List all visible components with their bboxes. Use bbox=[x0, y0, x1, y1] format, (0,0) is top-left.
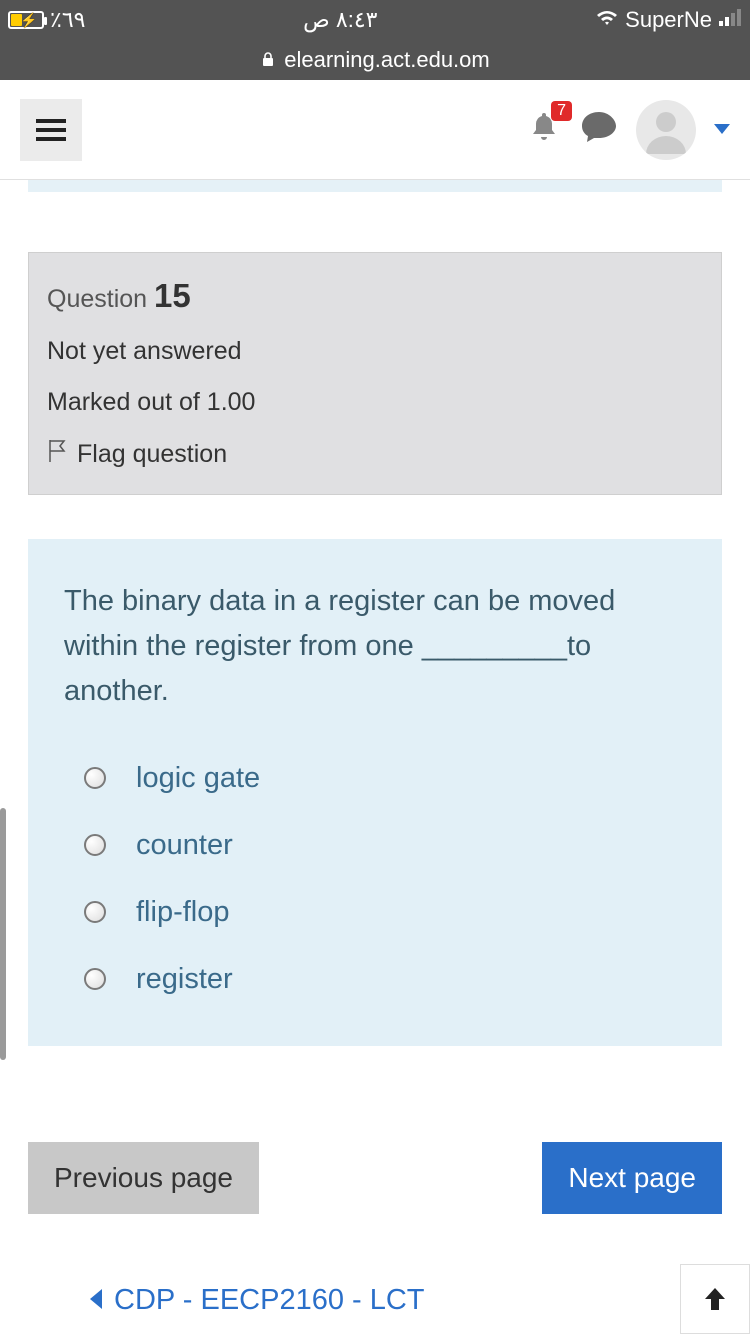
question-number: 15 bbox=[154, 277, 191, 314]
url-bar[interactable]: elearning.act.edu.om bbox=[0, 40, 750, 80]
battery-percent: ٪٦٩ bbox=[50, 7, 85, 33]
flag-question-label: Flag question bbox=[77, 440, 227, 469]
option-row[interactable]: flip-flop bbox=[84, 896, 686, 929]
option-label: logic gate bbox=[136, 762, 260, 795]
next-page-button[interactable]: Next page bbox=[542, 1142, 722, 1214]
option-row[interactable]: register bbox=[84, 963, 686, 996]
options-list: logic gate counter flip-flop register bbox=[64, 762, 686, 996]
left-caret-icon bbox=[88, 1284, 104, 1317]
question-info-box: Question 15 Not yet answered Marked out … bbox=[28, 252, 722, 495]
battery-icon: ⚡ bbox=[8, 11, 44, 29]
option-radio[interactable] bbox=[84, 834, 106, 856]
user-menu-caret[interactable] bbox=[714, 121, 730, 139]
question-status: Not yet answered bbox=[47, 337, 703, 366]
signal-icon bbox=[718, 7, 742, 33]
status-left: ⚡ ٪٦٩ bbox=[8, 7, 85, 33]
option-label: register bbox=[136, 963, 233, 996]
scrollbar[interactable] bbox=[0, 808, 6, 1060]
notifications-button[interactable]: 7 bbox=[526, 109, 562, 150]
previous-page-button[interactable]: Previous page bbox=[28, 1142, 259, 1214]
question-text: The binary data in a register can be mov… bbox=[64, 579, 686, 714]
carrier-name: SuperNe bbox=[625, 7, 712, 33]
option-radio[interactable] bbox=[84, 767, 106, 789]
flag-icon bbox=[47, 439, 67, 470]
notification-badge: 7 bbox=[551, 101, 572, 121]
course-link[interactable]: CDP - EECP2160 - LCT bbox=[88, 1284, 722, 1317]
question-marks: Marked out of 1.00 bbox=[47, 388, 703, 417]
lock-icon bbox=[260, 47, 276, 73]
option-label: flip-flop bbox=[136, 896, 230, 929]
url-text: elearning.act.edu.om bbox=[284, 47, 489, 73]
flag-question-link[interactable]: Flag question bbox=[47, 439, 703, 470]
question-body: The binary data in a register can be mov… bbox=[28, 539, 722, 1046]
pager: Previous page Next page bbox=[28, 1142, 722, 1214]
bell-icon bbox=[526, 132, 562, 149]
scroll-to-top-button[interactable] bbox=[680, 1264, 750, 1334]
user-avatar[interactable] bbox=[636, 100, 696, 160]
option-radio[interactable] bbox=[84, 968, 106, 990]
option-row[interactable]: counter bbox=[84, 829, 686, 862]
course-link-label: CDP - EECP2160 - LCT bbox=[114, 1284, 425, 1317]
status-right: SuperNe bbox=[595, 7, 742, 33]
top-nav: 7 bbox=[0, 80, 750, 180]
question-label: Question bbox=[47, 285, 147, 313]
status-bar: ⚡ ٪٦٩ ٨:٤٣ ص SuperNe bbox=[0, 0, 750, 40]
option-radio[interactable] bbox=[84, 901, 106, 923]
option-row[interactable]: logic gate bbox=[84, 762, 686, 795]
status-time: ٨:٤٣ ص bbox=[303, 7, 377, 33]
prev-panel-strip bbox=[28, 180, 722, 192]
hamburger-menu[interactable] bbox=[20, 99, 82, 161]
messages-button[interactable] bbox=[580, 110, 618, 149]
wifi-icon bbox=[595, 7, 619, 33]
question-number-line: Question 15 bbox=[47, 277, 703, 315]
option-label: counter bbox=[136, 829, 233, 862]
